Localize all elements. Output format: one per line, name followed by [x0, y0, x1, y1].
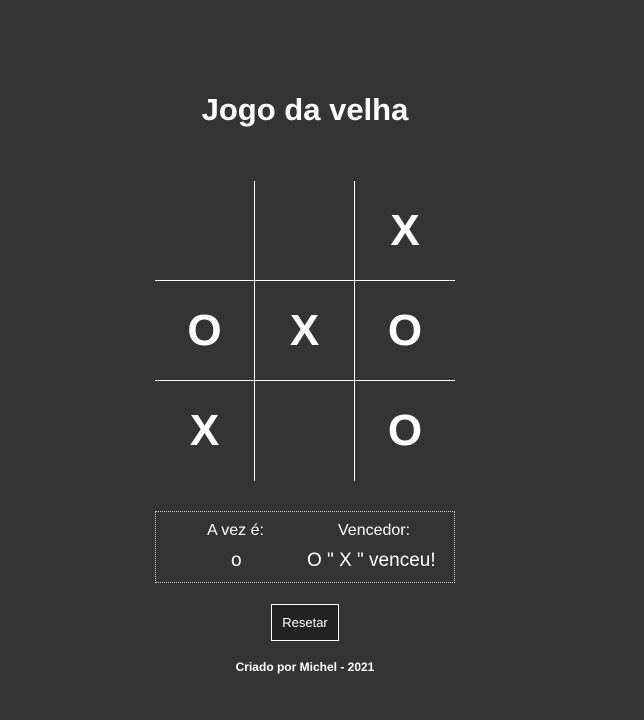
board-cell-6[interactable]: X: [155, 381, 255, 481]
turn-value: o: [231, 550, 242, 571]
page-title: Jogo da velha: [201, 92, 409, 127]
winner-label: Vencedor:: [338, 522, 411, 539]
board-cell-3[interactable]: O: [155, 281, 255, 381]
board-cell-2[interactable]: X: [355, 181, 455, 281]
board-cell-5[interactable]: O: [355, 281, 455, 381]
footer-credit: Criado por Michel - 2021: [235, 660, 375, 674]
board-cell-7[interactable]: [255, 381, 355, 481]
turn-label: A vez é:: [207, 522, 264, 539]
board-cell-8[interactable]: O: [355, 381, 455, 481]
winner-value: O " X " venceu!: [307, 550, 436, 571]
status-panel: A vez é: o Vencedor: O " X " venceu!: [155, 511, 455, 583]
board-cell-1[interactable]: [255, 181, 355, 281]
tic-tac-toe-board: X O X O X O: [155, 181, 455, 481]
board-cell-4[interactable]: X: [255, 281, 355, 381]
game-page: Jogo da velha X O X O X O A vez é: o Ven…: [0, 0, 644, 720]
reset-button[interactable]: Resetar: [271, 604, 339, 641]
board-cell-0[interactable]: [155, 181, 255, 281]
